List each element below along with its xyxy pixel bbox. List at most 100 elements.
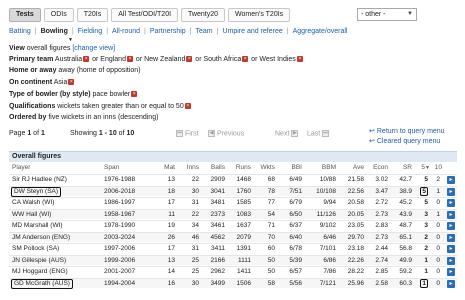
expand-row-icon[interactable]: ▸ xyxy=(447,199,455,207)
nav-fielding[interactable]: Fielding xyxy=(78,28,103,35)
nav-all-round[interactable]: All-round xyxy=(112,28,140,35)
next-page-button[interactable]: Next ▶ xyxy=(275,130,299,137)
format-tabs: Tests ODIs T20Is All Test/ODI/T20I Twent… xyxy=(9,8,293,24)
ten-wkt-cell: 1 xyxy=(436,187,440,195)
ten-wkt-cell: 1 xyxy=(436,210,440,218)
balls-cell: 2166 xyxy=(210,256,225,264)
last-page-button[interactable]: Last ⏭ xyxy=(307,130,330,138)
col-header-balls[interactable]: Balls xyxy=(199,163,225,173)
player-name[interactable]: WW Hall (WI) xyxy=(12,210,51,220)
player-name[interactable]: DW Steyn (SA) xyxy=(11,186,62,197)
ave-cell: 22.56 xyxy=(347,187,364,195)
last-page-icon: ⏭ xyxy=(322,130,330,137)
query-qualifications-line: Qualifications wickets taken greater tha… xyxy=(9,103,192,110)
balls-cell: 2909 xyxy=(210,176,225,183)
player-name[interactable]: JM Anderson (ENG) xyxy=(12,233,70,243)
player-name[interactable]: GD McGrath (AUS) xyxy=(11,278,73,289)
return-to-query-link[interactable]: ↩ Return to query menu xyxy=(369,127,445,135)
player-name[interactable]: MJ Hoggard (ENG) xyxy=(12,267,68,277)
expand-row-icon[interactable]: ▸ xyxy=(447,233,455,242)
player-name[interactable]: JN Gillespie (AUS) xyxy=(12,256,66,266)
tab-odis[interactable]: ODIs xyxy=(43,8,74,22)
remove-icon[interactable]: × xyxy=(131,91,138,98)
nav-team[interactable]: Team xyxy=(195,28,212,35)
inns-cell: 30 xyxy=(191,279,199,287)
col-header-ten[interactable]: 10 xyxy=(430,163,442,173)
span-cell: 1994-2004 xyxy=(104,279,136,287)
nav-batting[interactable]: Batting xyxy=(9,28,31,35)
expand-row-icon[interactable]: ▸ xyxy=(447,176,455,184)
showing-total: 10 xyxy=(126,130,135,137)
return-arrow-icon: ↩ xyxy=(369,138,375,145)
col-header-bbi[interactable]: BBI xyxy=(277,163,302,173)
remove-icon[interactable]: × xyxy=(296,56,303,63)
remove-icon[interactable]: × xyxy=(242,56,249,63)
nav-umpire-referee[interactable]: Umpire and referee xyxy=(222,28,282,35)
five-wkt-cell: 3 xyxy=(424,210,428,218)
col-header-runs[interactable]: Runs xyxy=(227,163,251,173)
expand-row-icon[interactable]: ▸ xyxy=(447,256,455,265)
col-header-sr[interactable]: SR xyxy=(390,163,412,173)
team-new-zealand: or New Zealand xyxy=(135,56,186,63)
tab-all-formats[interactable]: All Test/ODI/T20I xyxy=(111,8,179,22)
expand-row-icon[interactable]: ▸ xyxy=(447,245,455,253)
previous-page-button[interactable]: ◀ Previous xyxy=(208,130,244,137)
col-header-mat[interactable]: Mat xyxy=(155,163,175,173)
team-west-indies: or West Indies xyxy=(251,56,296,63)
expand-row-icon[interactable]: ▸ xyxy=(447,222,455,230)
wkts-cell: 58 xyxy=(267,279,275,287)
ave-cell: 20.58 xyxy=(347,199,364,206)
showing-indicator: Showing 1 - 10 of 10 xyxy=(70,130,134,137)
remove-icon[interactable]: × xyxy=(186,56,193,63)
remove-icon[interactable]: × xyxy=(126,56,133,63)
team-australia: Australia xyxy=(54,56,83,63)
runs-cell: 1111 xyxy=(237,256,251,264)
col-header-econ[interactable]: Econ xyxy=(366,163,388,173)
col-header-wkts[interactable]: Wkts xyxy=(253,163,275,173)
expand-row-icon[interactable]: ▸ xyxy=(447,187,455,196)
col-header-player[interactable]: Player xyxy=(12,163,30,173)
player-name[interactable]: MD Marshall (WI) xyxy=(12,221,63,231)
remove-icon[interactable]: × xyxy=(184,103,191,110)
five-wkt-value: 5 xyxy=(420,186,428,196)
bbi-cell: 6/50 xyxy=(289,210,302,218)
last-label: Last xyxy=(307,130,321,138)
tab-t20is[interactable]: T20Is xyxy=(76,8,109,22)
first-page-button[interactable]: ⏮ First xyxy=(176,130,199,137)
nav-bowling[interactable]: Bowling xyxy=(41,28,68,35)
five-wkt-value: 1 xyxy=(420,278,428,288)
change-view-link[interactable]: [change view] xyxy=(72,45,115,52)
tab-twenty20[interactable]: Twenty20 xyxy=(181,8,225,22)
nav-separator: | xyxy=(286,28,289,35)
table-row: Sir RJ Hadlee (NZ) 1976-1988 13 22 2909 1468 6… xyxy=(9,174,457,184)
bbm-cell: 10/88 xyxy=(319,176,336,183)
table-row: MJ Hoggard (ENG) 2001-2007 14 25 2962 1411 50 6… xyxy=(9,266,457,276)
nav-partnership[interactable]: Partnership xyxy=(150,28,186,35)
first-page-icon: ⏮ xyxy=(176,130,183,137)
cleared-query-link[interactable]: ↩ Cleared query menu xyxy=(369,137,440,145)
nav-aggregate-overall[interactable]: Aggregate/overall xyxy=(293,28,348,35)
expand-row-icon[interactable]: ▸ xyxy=(447,268,455,276)
col-header-span[interactable]: Span xyxy=(104,163,119,173)
tab-womens-t20is[interactable]: Women's T20Is xyxy=(228,8,291,22)
other-format-select[interactable]: - other - ▼ xyxy=(357,8,417,21)
wkts-cell: 60 xyxy=(267,245,275,252)
balls-cell: 4562 xyxy=(210,233,225,241)
col-header-inns[interactable]: Inns xyxy=(177,163,199,173)
remove-icon[interactable]: × xyxy=(83,56,90,63)
ten-wkt-cell: 0 xyxy=(436,199,440,206)
sr-cell: 38.9 xyxy=(399,187,412,195)
col-header-ave[interactable]: Ave xyxy=(338,163,364,173)
expand-row-icon[interactable]: ▸ xyxy=(447,279,455,288)
nav-separator: | xyxy=(144,28,146,35)
player-name[interactable]: SM Pollock (SA) xyxy=(12,244,59,254)
mat-cell: 13 xyxy=(167,176,175,183)
remove-icon[interactable]: × xyxy=(68,79,75,86)
tab-tests[interactable]: Tests xyxy=(9,8,41,22)
player-name[interactable]: CA Walsh (WI) xyxy=(12,198,54,208)
col-header-bbm[interactable]: BBM xyxy=(304,163,336,173)
col-header-five[interactable]: 5▼ xyxy=(416,163,430,173)
ten-wkt-cell: 0 xyxy=(436,222,440,229)
expand-row-icon[interactable]: ▸ xyxy=(447,210,455,219)
player-name[interactable]: Sir RJ Hadlee (NZ) xyxy=(12,175,67,185)
